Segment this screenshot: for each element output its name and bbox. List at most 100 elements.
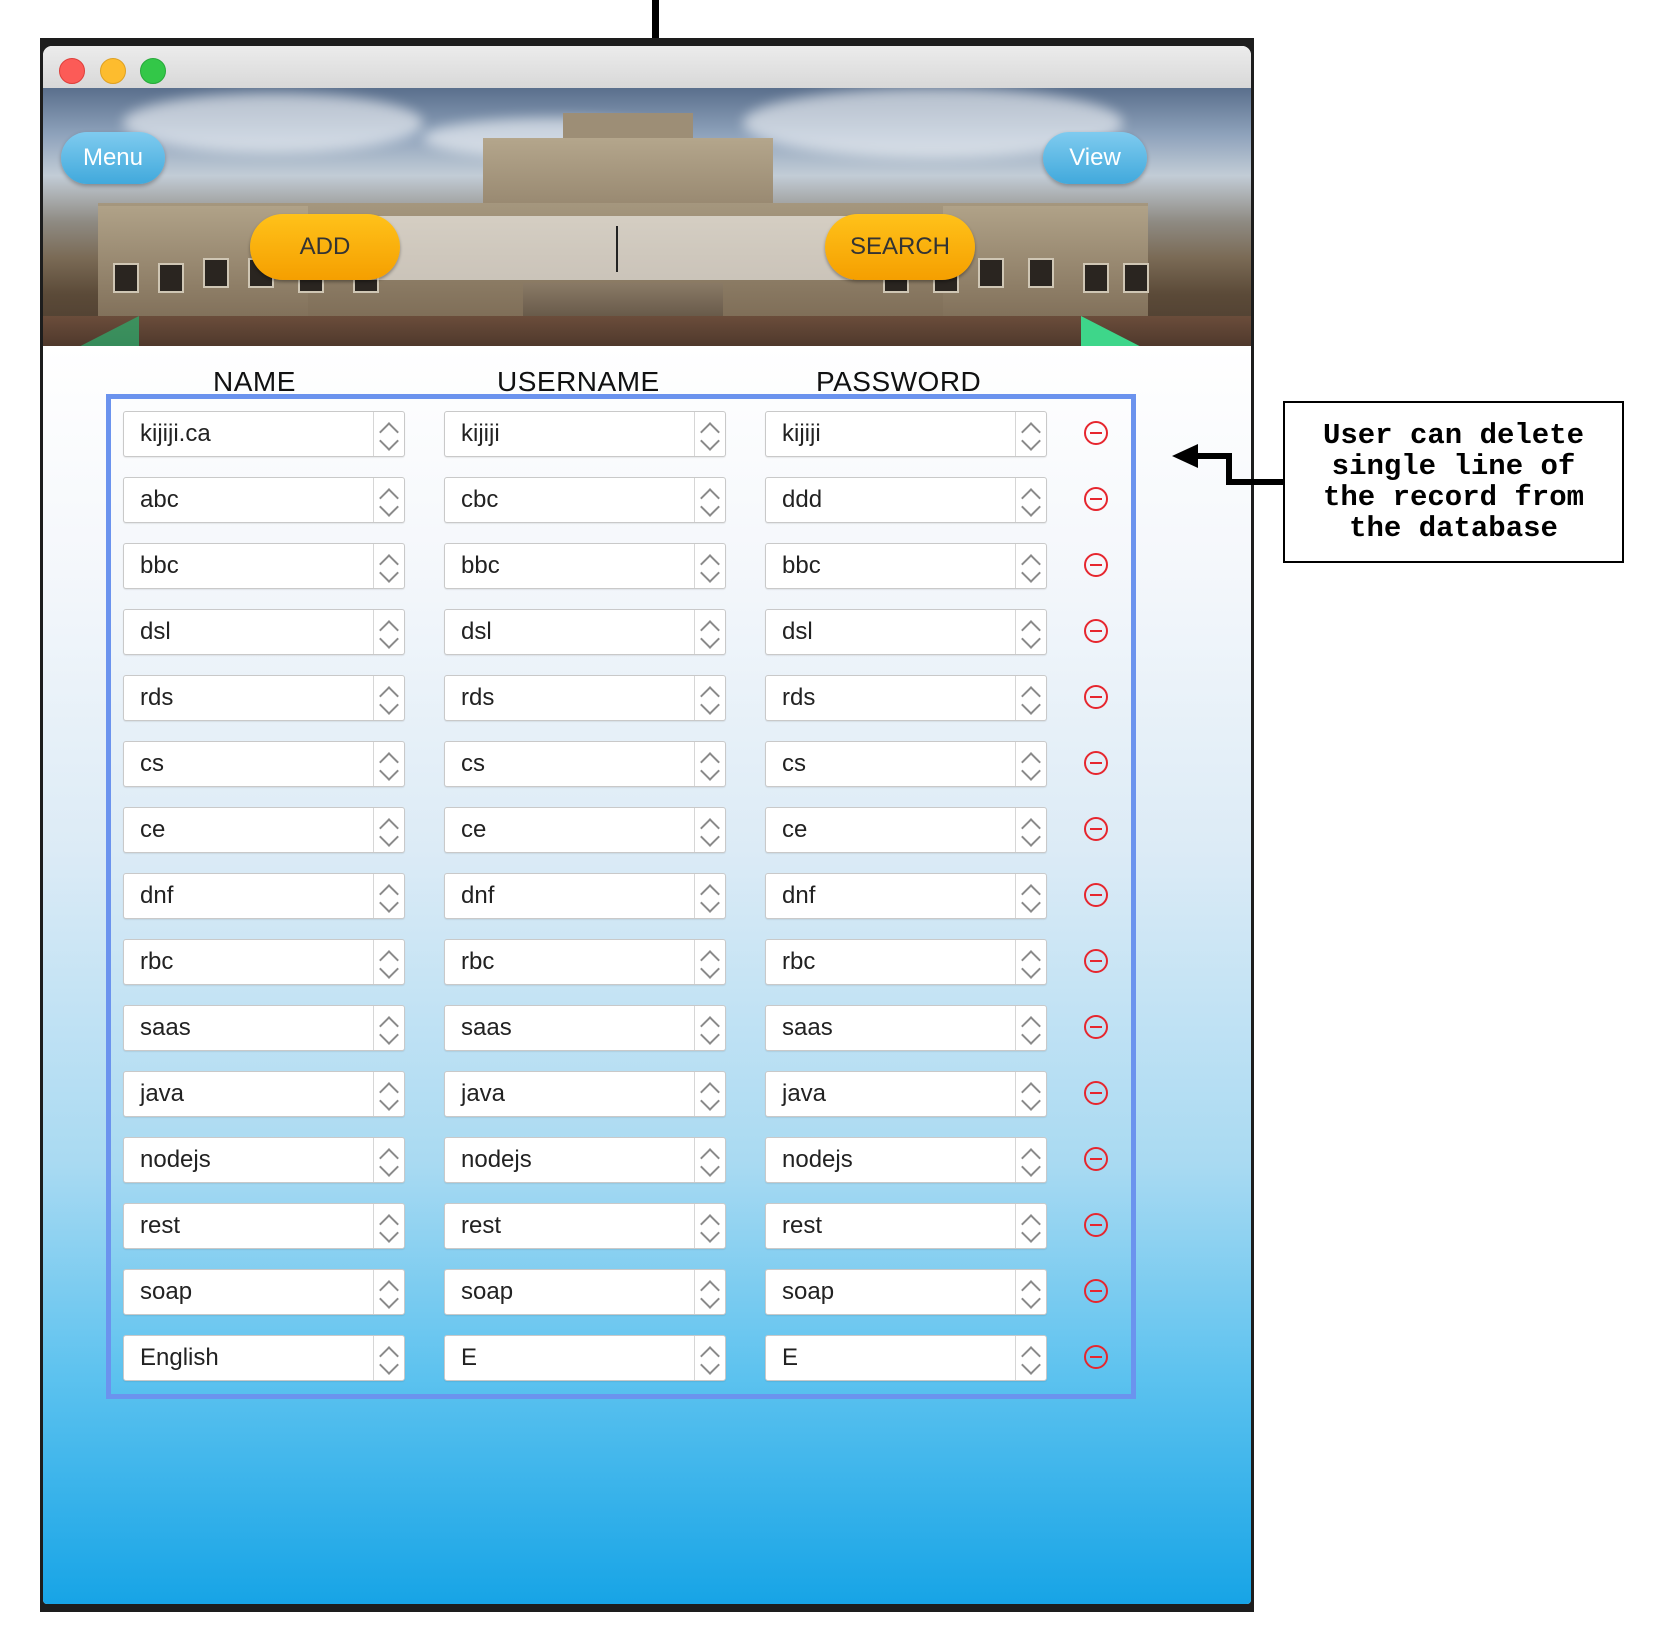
username-field[interactable]: rds bbox=[444, 675, 726, 721]
stepper-icon[interactable] bbox=[694, 1204, 725, 1248]
stepper-icon[interactable] bbox=[694, 544, 725, 588]
delete-icon[interactable] bbox=[1084, 487, 1108, 511]
username-field[interactable]: ce bbox=[444, 807, 726, 853]
delete-icon[interactable] bbox=[1084, 421, 1108, 445]
search-button[interactable]: SEARCH bbox=[825, 214, 975, 280]
stepper-icon[interactable] bbox=[1015, 676, 1046, 720]
search-input[interactable] bbox=[368, 216, 853, 280]
username-field[interactable]: soap bbox=[444, 1269, 726, 1315]
name-field[interactable]: rbc bbox=[123, 939, 405, 985]
stepper-icon[interactable] bbox=[373, 808, 404, 852]
view-button[interactable]: View bbox=[1043, 132, 1147, 184]
stepper-icon[interactable] bbox=[1015, 544, 1046, 588]
delete-icon[interactable] bbox=[1084, 1015, 1108, 1039]
name-field[interactable]: abc bbox=[123, 477, 405, 523]
stepper-icon[interactable] bbox=[1015, 1204, 1046, 1248]
stepper-icon[interactable] bbox=[694, 1138, 725, 1182]
stepper-icon[interactable] bbox=[694, 742, 725, 786]
stepper-icon[interactable] bbox=[373, 676, 404, 720]
username-field[interactable]: E bbox=[444, 1335, 726, 1381]
password-field[interactable]: rbc bbox=[765, 939, 1047, 985]
stepper-icon[interactable] bbox=[373, 940, 404, 984]
stepper-icon[interactable] bbox=[1015, 1072, 1046, 1116]
username-field[interactable]: java bbox=[444, 1071, 726, 1117]
add-button[interactable]: ADD bbox=[250, 214, 400, 280]
stepper-icon[interactable] bbox=[373, 1138, 404, 1182]
password-field[interactable]: bbc bbox=[765, 543, 1047, 589]
password-field[interactable]: soap bbox=[765, 1269, 1047, 1315]
name-field[interactable]: saas bbox=[123, 1005, 405, 1051]
password-field[interactable]: rest bbox=[765, 1203, 1047, 1249]
username-field[interactable]: saas bbox=[444, 1005, 726, 1051]
stepper-icon[interactable] bbox=[1015, 1006, 1046, 1050]
username-field[interactable]: rbc bbox=[444, 939, 726, 985]
minimize-window-button[interactable] bbox=[100, 58, 126, 84]
username-field[interactable]: cs bbox=[444, 741, 726, 787]
name-field[interactable]: java bbox=[123, 1071, 405, 1117]
stepper-icon[interactable] bbox=[694, 874, 725, 918]
stepper-icon[interactable] bbox=[373, 1204, 404, 1248]
name-field[interactable]: dnf bbox=[123, 873, 405, 919]
username-field[interactable]: cbc bbox=[444, 477, 726, 523]
stepper-icon[interactable] bbox=[373, 1336, 404, 1380]
close-window-button[interactable] bbox=[59, 58, 85, 84]
delete-icon[interactable] bbox=[1084, 817, 1108, 841]
delete-icon[interactable] bbox=[1084, 553, 1108, 577]
name-field[interactable]: dsl bbox=[123, 609, 405, 655]
menu-button[interactable]: Menu bbox=[61, 132, 165, 184]
name-field[interactable]: English bbox=[123, 1335, 405, 1381]
name-field[interactable]: bbc bbox=[123, 543, 405, 589]
username-field[interactable]: bbc bbox=[444, 543, 726, 589]
stepper-icon[interactable] bbox=[694, 412, 725, 456]
delete-icon[interactable] bbox=[1084, 949, 1108, 973]
name-field[interactable]: rds bbox=[123, 675, 405, 721]
stepper-icon[interactable] bbox=[1015, 1336, 1046, 1380]
name-field[interactable]: rest bbox=[123, 1203, 405, 1249]
password-field[interactable]: java bbox=[765, 1071, 1047, 1117]
stepper-icon[interactable] bbox=[373, 1072, 404, 1116]
name-field[interactable]: kijiji.ca bbox=[123, 411, 405, 457]
stepper-icon[interactable] bbox=[373, 1270, 404, 1314]
password-field[interactable]: rds bbox=[765, 675, 1047, 721]
password-field[interactable]: kijiji bbox=[765, 411, 1047, 457]
delete-icon[interactable] bbox=[1084, 751, 1108, 775]
password-field[interactable]: nodejs bbox=[765, 1137, 1047, 1183]
password-field[interactable]: dnf bbox=[765, 873, 1047, 919]
stepper-icon[interactable] bbox=[694, 1336, 725, 1380]
delete-icon[interactable] bbox=[1084, 619, 1108, 643]
stepper-icon[interactable] bbox=[694, 610, 725, 654]
delete-icon[interactable] bbox=[1084, 1081, 1108, 1105]
delete-icon[interactable] bbox=[1084, 883, 1108, 907]
stepper-icon[interactable] bbox=[1015, 412, 1046, 456]
prev-arrow-icon[interactable] bbox=[61, 316, 139, 346]
password-field[interactable]: ddd bbox=[765, 477, 1047, 523]
zoom-window-button[interactable] bbox=[140, 58, 166, 84]
stepper-icon[interactable] bbox=[373, 1006, 404, 1050]
stepper-icon[interactable] bbox=[694, 676, 725, 720]
password-field[interactable]: cs bbox=[765, 741, 1047, 787]
name-field[interactable]: ce bbox=[123, 807, 405, 853]
stepper-icon[interactable] bbox=[694, 1270, 725, 1314]
stepper-icon[interactable] bbox=[373, 874, 404, 918]
stepper-icon[interactable] bbox=[373, 478, 404, 522]
stepper-icon[interactable] bbox=[1015, 1270, 1046, 1314]
delete-icon[interactable] bbox=[1084, 1345, 1108, 1369]
stepper-icon[interactable] bbox=[373, 610, 404, 654]
username-field[interactable]: dnf bbox=[444, 873, 726, 919]
stepper-icon[interactable] bbox=[1015, 610, 1046, 654]
next-arrow-icon[interactable] bbox=[1081, 316, 1159, 346]
stepper-icon[interactable] bbox=[1015, 874, 1046, 918]
password-field[interactable]: E bbox=[765, 1335, 1047, 1381]
password-field[interactable]: dsl bbox=[765, 609, 1047, 655]
delete-icon[interactable] bbox=[1084, 685, 1108, 709]
stepper-icon[interactable] bbox=[1015, 1138, 1046, 1182]
stepper-icon[interactable] bbox=[373, 412, 404, 456]
stepper-icon[interactable] bbox=[1015, 478, 1046, 522]
username-field[interactable]: kijiji bbox=[444, 411, 726, 457]
username-field[interactable]: dsl bbox=[444, 609, 726, 655]
stepper-icon[interactable] bbox=[694, 808, 725, 852]
delete-icon[interactable] bbox=[1084, 1213, 1108, 1237]
stepper-icon[interactable] bbox=[373, 742, 404, 786]
stepper-icon[interactable] bbox=[1015, 940, 1046, 984]
stepper-icon[interactable] bbox=[694, 940, 725, 984]
